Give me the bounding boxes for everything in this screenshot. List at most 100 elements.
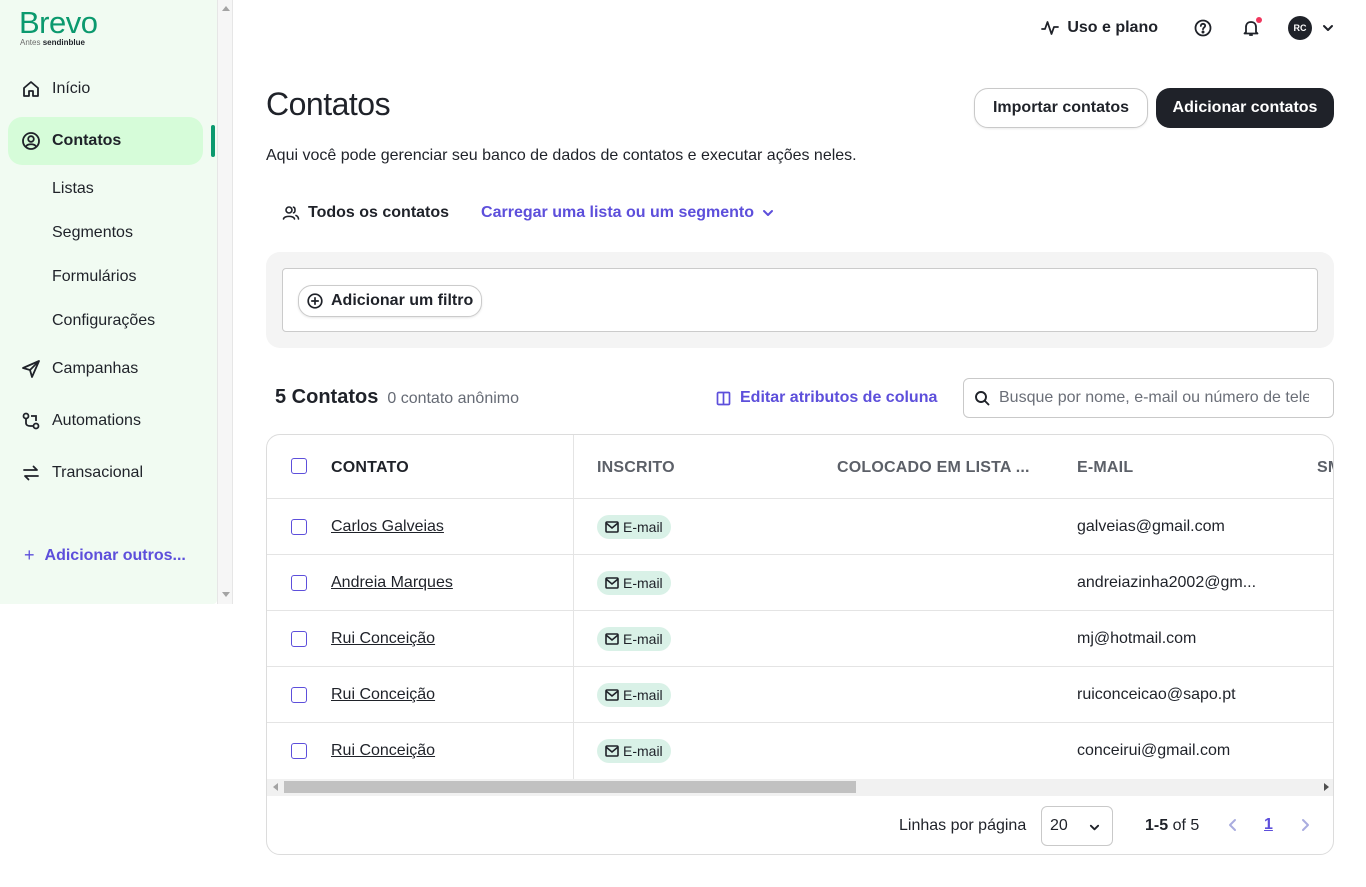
- table-row: Rui Conceição E-mail ruiconceicao@sapo.p…: [267, 667, 1333, 723]
- search-icon: [975, 391, 990, 406]
- column-header-sms[interactable]: SMS: [1317, 459, 1333, 477]
- add-more-apps-link[interactable]: + Adicionar outros...: [24, 545, 186, 566]
- import-contacts-button[interactable]: Importar contatos: [974, 88, 1148, 128]
- sidebar-item-label: Transacional: [52, 464, 144, 481]
- contact-name-link[interactable]: Rui Conceição: [331, 686, 435, 704]
- subscribed-badge: E-mail: [597, 683, 671, 707]
- load-list-segment-dropdown[interactable]: Carregar uma lista ou um segmento: [481, 204, 774, 222]
- all-contacts-tab[interactable]: Todos os contatos: [282, 204, 449, 222]
- scroll-thumb[interactable]: [220, 18, 230, 586]
- select-all-checkbox[interactable]: [291, 458, 307, 474]
- contacts-count: 5 Contatos 0 contato anônimo: [275, 386, 519, 409]
- row-checkbox[interactable]: [291, 575, 307, 591]
- notifications-bell-icon[interactable]: [1240, 17, 1262, 39]
- row-checkbox[interactable]: [291, 687, 307, 703]
- email-cell: conceirui@gmail.com: [1077, 742, 1231, 759]
- notification-dot: [1256, 17, 1262, 23]
- contact-name-link[interactable]: Rui Conceição: [331, 630, 435, 648]
- scroll-down-icon[interactable]: [222, 592, 230, 597]
- activity-icon: [1041, 21, 1060, 35]
- users-icon: [282, 206, 300, 220]
- column-header-contato[interactable]: CONTATO: [331, 459, 409, 477]
- table-row: Rui Conceição E-mail mj@hotmail.com: [267, 611, 1333, 667]
- row-checkbox[interactable]: [291, 631, 307, 647]
- add-contacts-button[interactable]: Adicionar contatos: [1156, 88, 1334, 128]
- pagination: Linhas por página 20 1-5 of 5 1: [267, 796, 1333, 854]
- scroll-thumb[interactable]: [284, 781, 856, 793]
- horizontal-scrollbar[interactable]: [267, 779, 1333, 796]
- mail-icon: [605, 689, 619, 701]
- sidebar-item-label: Início: [52, 80, 91, 97]
- sidebar-item-label: Campanhas: [52, 360, 139, 377]
- column-header-email[interactable]: E-MAIL: [1077, 459, 1133, 477]
- home-icon: [20, 78, 42, 100]
- edit-column-attributes-button[interactable]: Editar atributos de coluna: [716, 389, 937, 407]
- column-header-inscrito[interactable]: INSCRITO: [597, 459, 675, 477]
- chevron-left-icon[interactable]: [1227, 818, 1239, 832]
- page-title: Contatos: [266, 86, 391, 122]
- contact-name-link[interactable]: Rui Conceição: [331, 742, 435, 760]
- subscribed-badge: E-mail: [597, 571, 671, 595]
- table-row: Carlos Galveias E-mail galveias@gmail.co…: [267, 499, 1333, 555]
- page-number-1[interactable]: 1: [1264, 816, 1273, 834]
- sidebar-item-campanhas[interactable]: Campanhas: [8, 345, 203, 393]
- rows-per-page-select[interactable]: 20: [1041, 806, 1113, 846]
- chevron-down-icon: [1089, 824, 1100, 831]
- send-icon: [20, 358, 42, 380]
- sidebar: Brevo Antes sendinblue Início Contatos L…: [0, 0, 217, 604]
- filter-panel: Adicionar um filtro: [266, 252, 1334, 348]
- subscribed-badge: E-mail: [597, 627, 671, 651]
- sidebar-subitem-configuracoes[interactable]: Configurações: [52, 312, 155, 330]
- active-indicator: [211, 125, 215, 157]
- scroll-right-icon[interactable]: [1324, 783, 1329, 791]
- filter-box: Adicionar um filtro: [282, 268, 1318, 332]
- contact-name-link[interactable]: Carlos Galveias: [331, 518, 444, 536]
- chevron-right-icon[interactable]: [1299, 818, 1311, 832]
- table-header: CONTATO INSCRITO COLOCADO EM LISTA ... E…: [267, 435, 1333, 499]
- segment-selector: Todos os contatos Carregar uma lista ou …: [282, 202, 774, 224]
- email-cell: mj@hotmail.com: [1077, 630, 1197, 647]
- sidebar-subitem-segmentos[interactable]: Segmentos: [52, 224, 133, 242]
- brand-name: Brevo: [19, 5, 98, 40]
- transactional-icon: [20, 462, 42, 484]
- anonymous-count: 0 contato anônimo: [387, 390, 519, 407]
- plus-circle-icon: [307, 293, 323, 309]
- sidebar-subitem-listas[interactable]: Listas: [52, 180, 94, 198]
- row-checkbox[interactable]: [291, 743, 307, 759]
- sidebar-subitem-formularios[interactable]: Formulários: [52, 268, 136, 286]
- avatar[interactable]: RC: [1288, 16, 1312, 40]
- top-bar: Uso e plano RC: [1041, 12, 1334, 44]
- sidebar-item-automations[interactable]: Automations: [8, 397, 203, 445]
- table-row: Rui Conceição E-mail conceirui@gmail.com: [267, 723, 1333, 779]
- contacts-table: CONTATO INSCRITO COLOCADO EM LISTA ... E…: [266, 434, 1334, 855]
- scroll-up-icon[interactable]: [222, 6, 230, 11]
- sidebar-item-contatos[interactable]: Contatos: [8, 117, 203, 165]
- sidebar-scrollbar[interactable]: [217, 0, 233, 604]
- plus-icon: +: [24, 545, 35, 565]
- contact-name-link[interactable]: Andreia Marques: [331, 574, 453, 592]
- page-range: 1-5 of 5: [1145, 817, 1200, 834]
- sidebar-item-transacional[interactable]: Transacional: [8, 449, 203, 497]
- mail-icon: [605, 577, 619, 589]
- column-header-lista[interactable]: COLOCADO EM LISTA ...: [837, 459, 1030, 477]
- automation-icon: [20, 410, 42, 432]
- scroll-left-icon[interactable]: [273, 783, 278, 791]
- subscribed-badge: E-mail: [597, 739, 671, 763]
- brevo-logo[interactable]: Brevo Antes sendinblue: [19, 5, 98, 48]
- sidebar-item-label: Automations: [52, 412, 141, 429]
- usage-plan-button[interactable]: Uso e plano: [1041, 19, 1158, 37]
- chevron-down-icon[interactable]: [1322, 22, 1334, 34]
- email-cell: galveias@gmail.com: [1077, 518, 1225, 535]
- sidebar-item-label: Contatos: [52, 132, 122, 149]
- table-row: Andreia Marques E-mail andreiazinha2002@…: [267, 555, 1333, 611]
- help-icon[interactable]: [1192, 17, 1214, 39]
- add-filter-button[interactable]: Adicionar um filtro: [298, 285, 483, 317]
- row-checkbox[interactable]: [291, 519, 307, 535]
- search-box: [963, 378, 1334, 418]
- chevron-down-icon: [763, 210, 774, 216]
- mail-icon: [605, 521, 619, 533]
- mail-icon: [605, 633, 619, 645]
- mail-icon: [605, 745, 619, 757]
- sidebar-item-inicio[interactable]: Início: [8, 65, 203, 113]
- search-input[interactable]: [999, 389, 1309, 407]
